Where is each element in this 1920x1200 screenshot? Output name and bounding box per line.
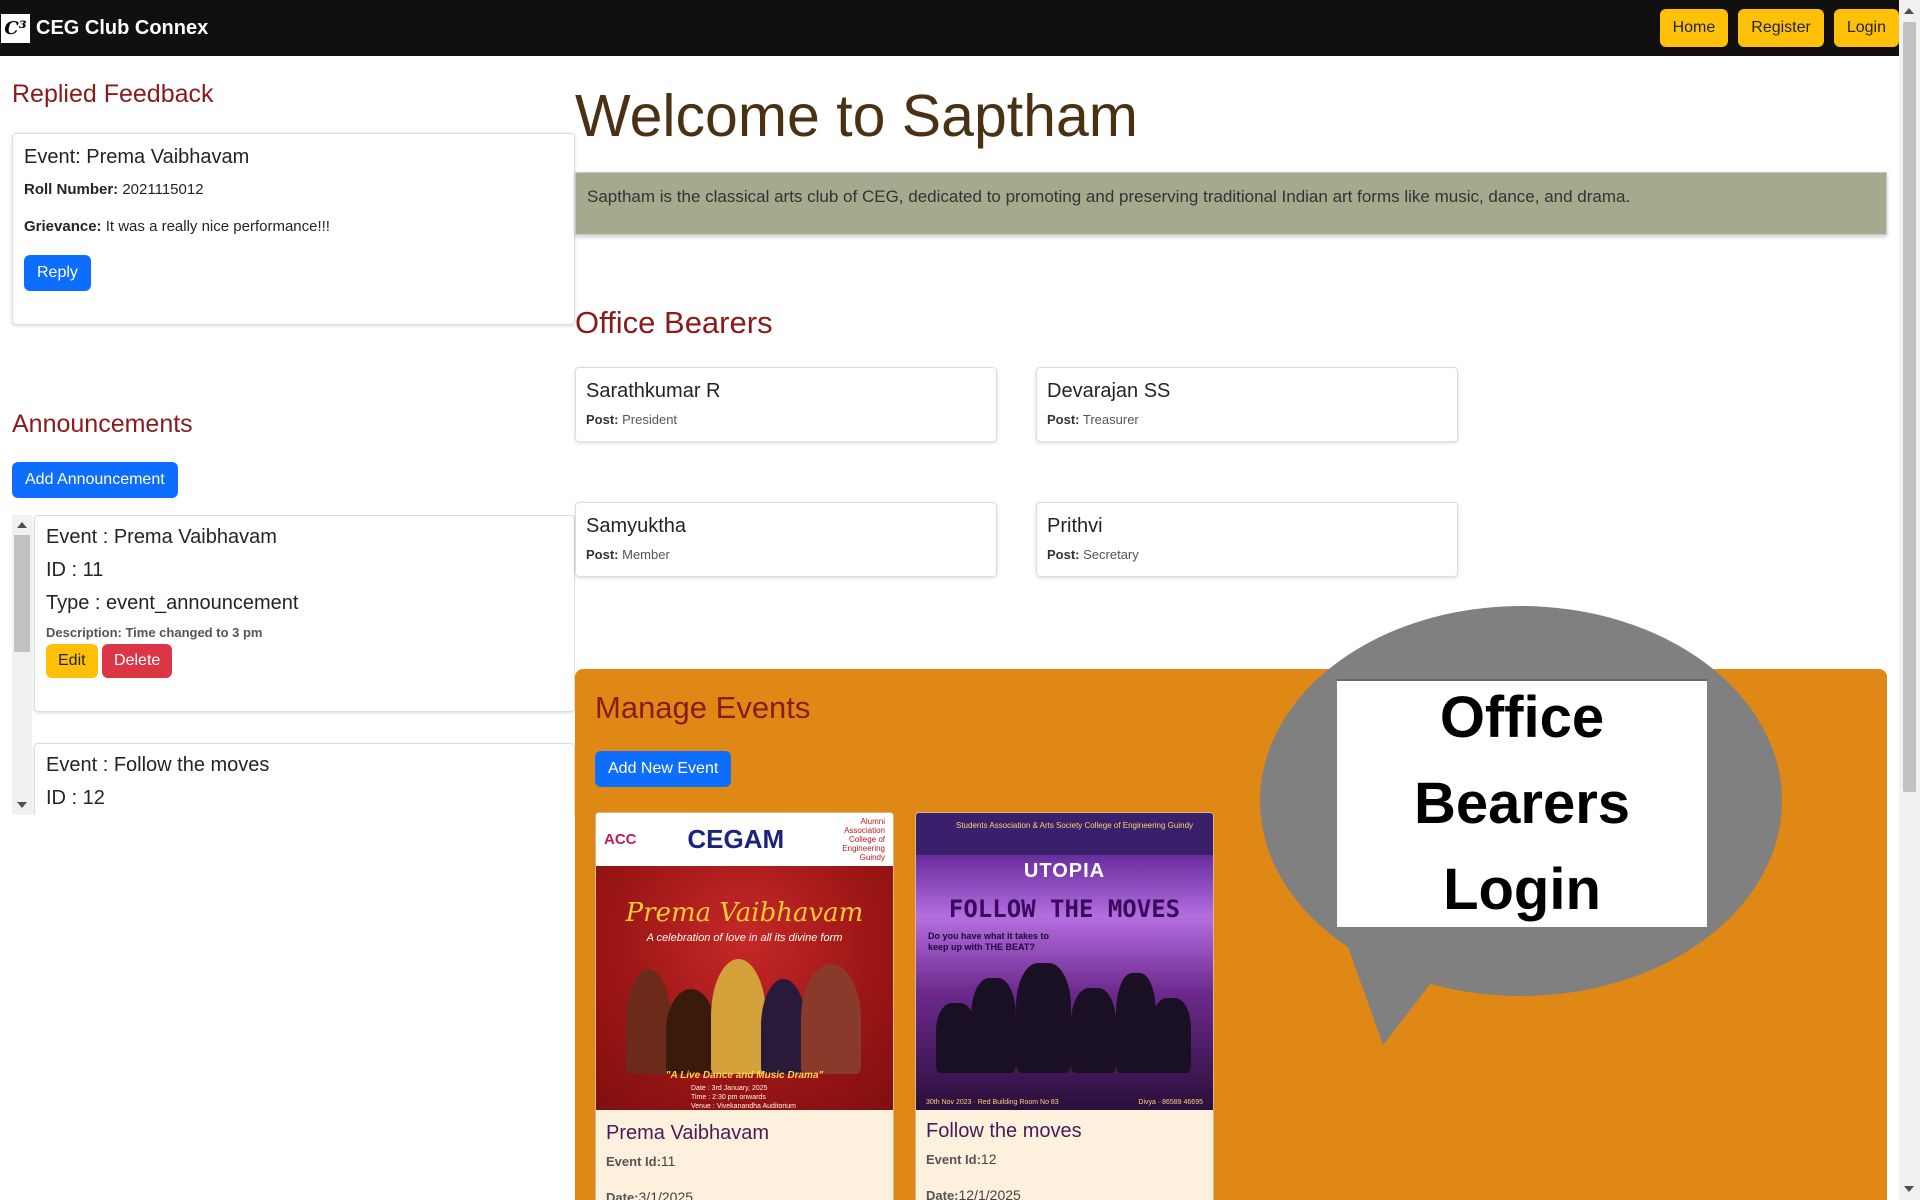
event-date: Date:3/1/2025 bbox=[606, 1189, 694, 1200]
feedback-title: Replied Feedback bbox=[12, 80, 214, 108]
event-name: Follow the moves bbox=[926, 1120, 1082, 1142]
poster-subtitle: A celebration of love in all its divine … bbox=[646, 932, 843, 944]
poster-dancers bbox=[936, 963, 1191, 1073]
office-bearers-login-sign[interactable]: Office Bearers Login bbox=[1337, 679, 1707, 927]
navbar: C³ CEG Club Connex Home Register Login bbox=[0, 0, 1899, 56]
brand[interactable]: C³ CEG Club Connex bbox=[0, 13, 209, 43]
poster-info: Date : 3rd January, 2025 Time : 2:30 pm … bbox=[691, 1085, 796, 1110]
announcement-scrollbar[interactable] bbox=[12, 515, 32, 815]
feedback-event: Event: Prema Vaibhavam bbox=[24, 146, 250, 168]
bearer-name: Prithvi bbox=[1047, 515, 1103, 537]
grievance: Grievance: It was a really nice performa… bbox=[24, 218, 330, 235]
announcement-type: Type : event_announcement bbox=[46, 592, 299, 614]
home-button[interactable]: Home bbox=[1659, 9, 1729, 47]
reply-button[interactable]: Reply bbox=[24, 255, 91, 291]
poster-header: Students Association & Arts Society Coll… bbox=[916, 813, 1213, 855]
poster-question: Do you have what it takes to keep up wit… bbox=[928, 931, 1050, 952]
feedback-card: Event: Prema Vaibhavam Roll Number: 2021… bbox=[12, 133, 575, 325]
poster-performers bbox=[626, 954, 866, 1074]
sign-line: Office bbox=[1439, 685, 1605, 750]
scroll-down-icon[interactable] bbox=[1904, 1186, 1914, 1192]
announcement-id: ID : 11 bbox=[46, 559, 104, 581]
scroll-down-icon[interactable] bbox=[17, 802, 27, 808]
announcement-id: ID : 12 bbox=[46, 787, 105, 809]
event-poster: ACC CEGAM Alumni Association College of … bbox=[596, 813, 893, 1110]
office-bearer-card: Sarathkumar R Post: President bbox=[575, 367, 997, 442]
event-id: Event Id:11 bbox=[606, 1153, 676, 1169]
delete-button[interactable]: Delete bbox=[102, 644, 173, 678]
roll-number: Roll Number: 2021115012 bbox=[24, 181, 204, 198]
brand-name: CEG Club Connex bbox=[36, 16, 209, 39]
event-card[interactable]: Students Association & Arts Society Coll… bbox=[915, 812, 1214, 1200]
poster-footer: 30th Nov 2023 · Red Building Room No 83 … bbox=[926, 1099, 1203, 1106]
login-button[interactable]: Login bbox=[1833, 9, 1899, 47]
sign-line: Login bbox=[1443, 857, 1601, 922]
announcement-event: Event : Prema Vaibhavam bbox=[46, 526, 277, 548]
poster-logo-right: Alumni Association College of Engineerin… bbox=[842, 817, 885, 862]
scroll-thumb[interactable] bbox=[14, 535, 30, 652]
sign-line: Bearers bbox=[1413, 771, 1631, 836]
register-button[interactable]: Register bbox=[1738, 9, 1824, 47]
event-date: Date:12/1/2025 bbox=[926, 1187, 1021, 1200]
office-bearer-card: Devarajan SS Post: Treasurer bbox=[1036, 367, 1458, 442]
page-title: Welcome to Saptham bbox=[575, 83, 1138, 149]
office-bearer-card: Prithvi Post: Secretary bbox=[1036, 502, 1458, 577]
event-id: Event Id:12 bbox=[926, 1151, 997, 1167]
poster-logo-left: ACC bbox=[604, 831, 637, 848]
announcement-card: Event : Prema Vaibhavam ID : 11 Type : e… bbox=[34, 515, 575, 712]
scroll-up-icon[interactable] bbox=[17, 522, 27, 528]
edit-button[interactable]: Edit bbox=[46, 644, 98, 678]
announcement-description: Description: Time changed to 3 pm bbox=[46, 625, 263, 640]
nav-buttons: Home Register Login bbox=[1659, 9, 1899, 47]
bearer-post: Post: Secretary bbox=[1047, 547, 1139, 562]
bearer-post: Post: President bbox=[586, 412, 678, 427]
poster-brand: UTOPIA bbox=[1023, 860, 1106, 882]
scroll-up-icon[interactable] bbox=[1904, 8, 1914, 14]
announcement-card: Event : Follow the moves ID : 12 bbox=[34, 743, 575, 815]
bearer-name: Sarathkumar R bbox=[586, 380, 721, 402]
brand-logo-icon: C³ bbox=[1, 13, 30, 43]
announcement-list[interactable]: Event : Prema Vaibhavam ID : 11 Type : e… bbox=[12, 515, 575, 815]
manage-events-title: Manage Events bbox=[595, 690, 811, 725]
poster-tagline: "A Live Dance and Music Drama" bbox=[665, 1070, 824, 1081]
poster-logo-center: CEGAM bbox=[687, 824, 785, 854]
announcement-event: Event : Follow the moves bbox=[46, 754, 270, 776]
scroll-thumb[interactable] bbox=[1903, 22, 1916, 792]
add-new-event-button[interactable]: Add New Event bbox=[595, 751, 732, 787]
office-bearer-card: Samyuktha Post: Member bbox=[575, 502, 997, 577]
poster-title: Prema Vaibhavam bbox=[625, 898, 864, 928]
club-description: Saptham is the classical arts club of CE… bbox=[575, 172, 1887, 235]
office-bearers-title: Office Bearers bbox=[575, 305, 773, 340]
speech-bubble-tail bbox=[1341, 930, 1489, 1045]
event-card[interactable]: ACC CEGAM Alumni Association College of … bbox=[595, 812, 894, 1200]
announcements-title: Announcements bbox=[12, 410, 193, 438]
bearer-post: Post: Treasurer bbox=[1047, 412, 1139, 427]
bearer-name: Devarajan SS bbox=[1047, 380, 1171, 402]
bearer-post: Post: Member bbox=[586, 547, 670, 562]
event-poster: Students Association & Arts Society Coll… bbox=[916, 813, 1213, 1110]
event-name: Prema Vaibhavam bbox=[606, 1122, 770, 1144]
poster-title: FOLLOW THE MOVES bbox=[948, 895, 1181, 923]
add-announcement-button[interactable]: Add Announcement bbox=[12, 462, 178, 498]
page-scrollbar[interactable] bbox=[1899, 0, 1920, 1200]
bearer-name: Samyuktha bbox=[586, 515, 687, 537]
